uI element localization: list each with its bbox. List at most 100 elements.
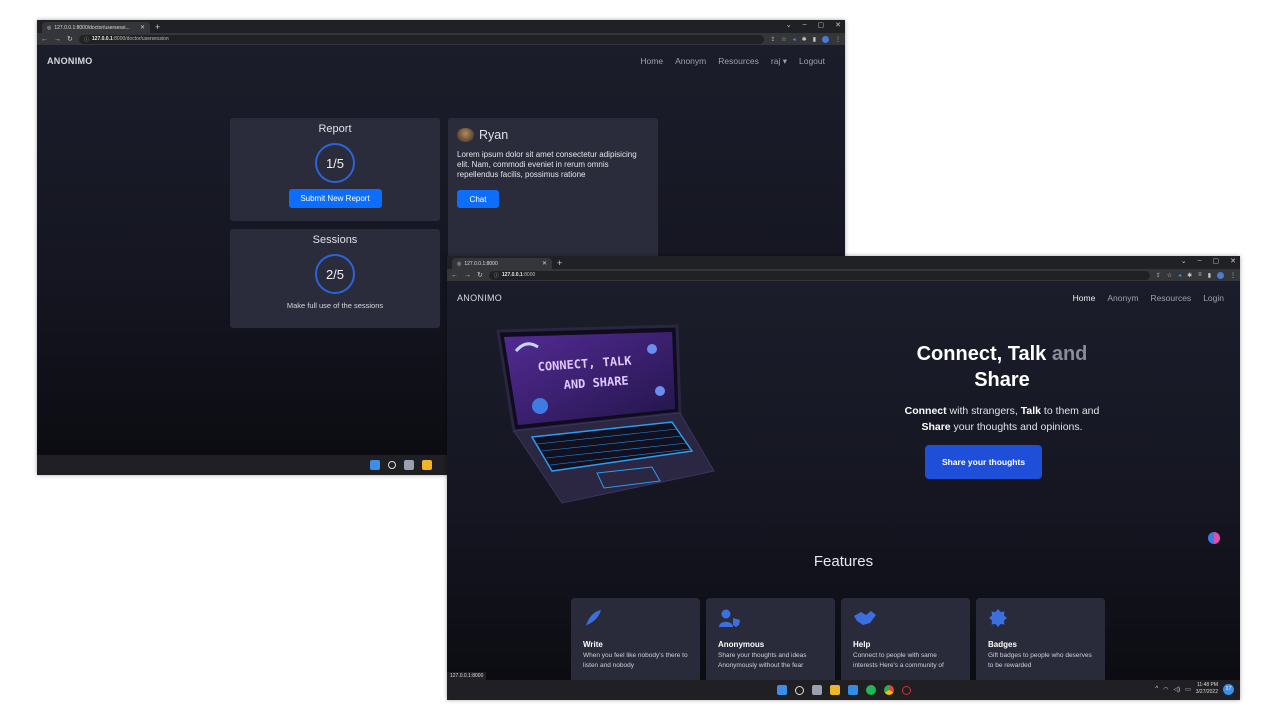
- profile-avatar-icon[interactable]: [1217, 271, 1224, 279]
- back-icon[interactable]: ←: [41, 36, 48, 43]
- volume-icon[interactable]: ◁): [1173, 686, 1180, 693]
- new-tab-icon[interactable]: +: [557, 258, 562, 269]
- puzzle-icon[interactable]: ✱: [1187, 272, 1192, 279]
- browser-tab[interactable]: ◎ 127.0.0.1:8000/doctor/usersessi... ✕: [42, 22, 150, 33]
- file-explorer-icon[interactable]: [422, 460, 432, 470]
- minimize-icon[interactable]: –: [803, 21, 807, 29]
- feature-desc: Share your thoughts and ideas Anonymousl…: [718, 652, 807, 669]
- feature-desc: Connect to people with same interests He…: [853, 652, 944, 669]
- nav-anonym[interactable]: Anonym: [675, 56, 706, 67]
- tab-search-icon[interactable]: ⌄: [1181, 257, 1187, 265]
- info-icon: ⓘ: [493, 272, 499, 279]
- task-view-icon[interactable]: [811, 685, 822, 695]
- url-field[interactable]: ⓘ 127.0.0.1:8000: [488, 270, 1150, 280]
- navbar: ANONIMO Home Anonym Resources raj ▾ Logo…: [37, 45, 845, 77]
- menu-icon[interactable]: ⋮: [835, 36, 841, 43]
- doctor-avatar: [457, 128, 474, 142]
- new-tab-icon[interactable]: +: [155, 22, 160, 33]
- nav-login[interactable]: Login: [1203, 293, 1224, 303]
- nav-home[interactable]: Home: [1073, 293, 1096, 303]
- windows-start-icon[interactable]: [370, 460, 380, 470]
- forward-icon[interactable]: →: [464, 272, 471, 279]
- browser-window-home: ◎ 127.0.0.1:8000 ✕ + ⌄ – ▢ ✕ ← → ↻ ⓘ 127…: [447, 256, 1240, 700]
- nav-resources[interactable]: Resources: [718, 56, 759, 67]
- sessions-progress-ring: 2/5: [315, 254, 355, 294]
- globe-icon: ◎: [457, 260, 462, 267]
- vscode-icon[interactable]: [847, 685, 858, 695]
- features-heading: Features: [813, 553, 874, 570]
- report-card: Report 1/5 Submit New Report: [230, 118, 440, 221]
- battery-icon[interactable]: ▭: [1185, 686, 1191, 693]
- extensions: ⇪ ☆ ◂ ✱ ▮ ⋮: [770, 35, 841, 43]
- profile-avatar-icon[interactable]: [822, 35, 829, 43]
- puzzle-icon[interactable]: ✱: [802, 36, 807, 43]
- taskbar-search-icon[interactable]: [388, 461, 396, 469]
- close-window-icon[interactable]: ✕: [835, 21, 841, 29]
- windows-start-icon[interactable]: [776, 685, 787, 695]
- maximize-icon[interactable]: ▢: [818, 21, 825, 29]
- nav-resources[interactable]: Resources: [1151, 293, 1192, 303]
- forward-icon[interactable]: →: [54, 36, 61, 43]
- nav-logout[interactable]: Logout: [799, 56, 825, 67]
- back-icon[interactable]: ←: [451, 272, 458, 279]
- user-shield-icon: [718, 608, 823, 630]
- url-field[interactable]: ⓘ 127.0.0.1:8000/doctor/usersession: [78, 34, 765, 44]
- tab-strip: ◎ 127.0.0.1:8000 ✕ + ⌄ – ▢ ✕: [447, 256, 1240, 269]
- chat-button[interactable]: Chat: [457, 190, 499, 208]
- menu-icon[interactable]: ⋮: [1230, 272, 1236, 279]
- chrome-icon[interactable]: [883, 685, 894, 695]
- extension-icon[interactable]: ◂: [793, 36, 796, 43]
- nav-user-dropdown[interactable]: raj ▾: [771, 56, 787, 67]
- browser-tab[interactable]: ◎ 127.0.0.1:8000 ✕: [452, 258, 552, 269]
- url-path: :8000: [522, 272, 536, 278]
- nav-home[interactable]: Home: [640, 56, 663, 67]
- tab-title: 127.0.0.1:8000: [464, 260, 498, 267]
- caret-down-icon: ▾: [782, 55, 787, 66]
- hero-sub-bold1: Connect: [904, 405, 947, 417]
- bookmark-star-icon[interactable]: ☆: [781, 36, 786, 43]
- share-icon[interactable]: ⇪: [770, 36, 775, 43]
- submit-report-button[interactable]: Submit New Report: [288, 189, 382, 208]
- share-icon[interactable]: ⇪: [1156, 272, 1161, 279]
- task-view-icon[interactable]: [404, 460, 414, 470]
- url-path: :8000/doctor/usersession: [112, 36, 169, 42]
- notification-badge[interactable]: 17: [1223, 683, 1234, 695]
- opera-icon[interactable]: [901, 685, 911, 695]
- tab-search-icon[interactable]: ⌄: [786, 21, 792, 29]
- file-explorer-icon[interactable]: [829, 685, 840, 695]
- extension-icon[interactable]: ◂: [1178, 272, 1181, 279]
- brand-logo[interactable]: ANONIMO: [47, 56, 93, 66]
- floating-avatar-icon[interactable]: [1208, 532, 1220, 544]
- reload-icon[interactable]: ↻: [67, 35, 73, 43]
- tray-chevron-icon[interactable]: ^: [1155, 686, 1158, 692]
- spotify-icon[interactable]: [865, 685, 876, 695]
- hero-title: Connect, Talk and Share: [852, 341, 1152, 393]
- minimize-icon[interactable]: –: [1198, 257, 1202, 265]
- feature-card-badges: Badges Gift badges to people who deserve…: [976, 598, 1105, 683]
- close-tab-icon[interactable]: ✕: [140, 24, 145, 31]
- close-window-icon[interactable]: ✕: [1230, 257, 1236, 265]
- home-page: ANONIMO Home Anonym Resources Login CONN…: [447, 281, 1240, 683]
- brand-logo[interactable]: ANONIMO: [457, 293, 502, 303]
- chat-bubble-icon: [532, 398, 548, 414]
- reload-icon[interactable]: ↻: [477, 271, 483, 279]
- report-title: Report: [318, 123, 352, 135]
- window-controls: ⌄ – ▢ ✕: [786, 21, 841, 29]
- people-icon: [647, 344, 657, 354]
- nav-anonym[interactable]: Anonym: [1107, 293, 1138, 303]
- sidepanel-icon[interactable]: ▮: [813, 36, 816, 43]
- taskbar-search-icon[interactable]: [794, 685, 804, 695]
- share-thoughts-button[interactable]: Share your thoughts: [925, 445, 1042, 479]
- maximize-icon[interactable]: ▢: [1213, 257, 1220, 265]
- feature-desc: When you feel like nobody's there to lis…: [583, 652, 688, 669]
- clock-time: 11:48 PM: [1196, 682, 1218, 688]
- media-icon[interactable]: ≡: [1198, 272, 1202, 278]
- hero-sub-text1: with strangers,: [946, 405, 1021, 417]
- bookmark-star-icon[interactable]: ☆: [1167, 272, 1172, 279]
- wifi-icon[interactable]: ◠: [1163, 686, 1168, 693]
- feature-title: Anonymous: [718, 640, 765, 649]
- sidepanel-icon[interactable]: ▮: [1208, 272, 1211, 279]
- clock[interactable]: 11:48 PM 3/27/2022: [1196, 682, 1218, 696]
- badge-icon: [988, 608, 1093, 630]
- close-tab-icon[interactable]: ✕: [542, 260, 547, 267]
